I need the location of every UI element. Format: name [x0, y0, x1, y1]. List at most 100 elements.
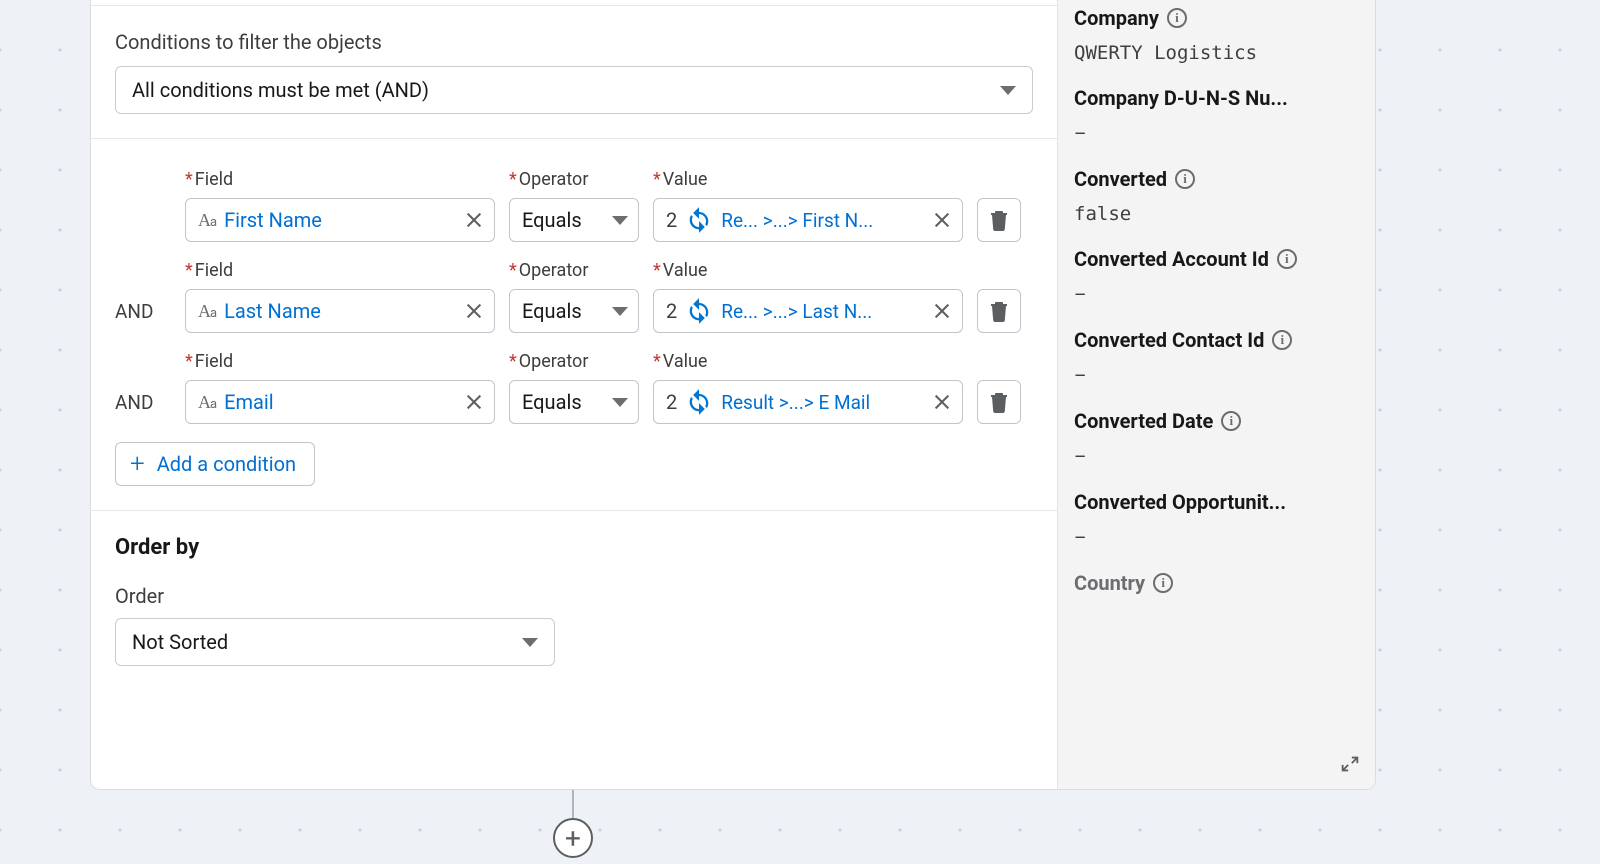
side-field-value: false	[1074, 203, 1359, 225]
field-value: Email	[224, 390, 456, 414]
filter-logic-section: Conditions to filter the objects All con…	[91, 6, 1057, 139]
side-field: Converted Date i –	[1074, 409, 1359, 468]
side-field-label: Converted Contact Id	[1074, 328, 1264, 352]
delete-row-button[interactable]	[977, 380, 1021, 424]
and-spacer	[115, 198, 171, 242]
field-label: *Field	[185, 169, 495, 190]
info-icon[interactable]: i	[1175, 169, 1195, 189]
delete-row-button[interactable]	[977, 289, 1021, 333]
side-field: Converted Contact Id i –	[1074, 328, 1359, 387]
filter-logic-value: All conditions must be met (AND)	[132, 78, 429, 102]
operator-select[interactable]: Equals	[509, 198, 639, 242]
side-field-label: Country	[1074, 571, 1145, 595]
and-label: AND	[115, 380, 171, 424]
chevron-down-icon	[612, 216, 628, 225]
value-label: *Value	[653, 351, 963, 372]
info-icon[interactable]: i	[1167, 8, 1187, 28]
value-index: 2	[666, 390, 677, 414]
operator-value: Equals	[522, 390, 604, 414]
condition-row: AND *Field Aa Email *Operator Equals	[115, 351, 1033, 424]
loop-icon	[685, 206, 713, 234]
filter-logic-select[interactable]: All conditions must be met (AND)	[115, 66, 1033, 114]
trash-icon	[989, 209, 1009, 231]
side-field-value: –	[1074, 526, 1359, 549]
info-icon[interactable]: i	[1221, 411, 1241, 431]
plus-icon: +	[130, 451, 145, 477]
side-field-label: Company D-U-N-S Nu...	[1074, 86, 1288, 110]
info-icon[interactable]: i	[1153, 573, 1173, 593]
order-by-section: Order by Order Not Sorted	[91, 511, 1057, 726]
side-field: Converted Account Idi –	[1074, 247, 1359, 306]
loop-icon	[685, 388, 713, 416]
value-index: 2	[666, 208, 677, 232]
side-field: Country i	[1074, 571, 1359, 595]
conditions-section: *Field Aa First Name *Operator Equals	[91, 139, 1057, 511]
field-label: *Field	[185, 351, 495, 372]
order-label: Order	[115, 584, 1033, 608]
clear-icon[interactable]	[932, 210, 952, 230]
trash-icon	[989, 391, 1009, 413]
add-condition-label: Add a condition	[157, 452, 296, 476]
chevron-down-icon	[612, 398, 628, 407]
field-input[interactable]: Aa Last Name	[185, 289, 495, 333]
operator-label: *Operator	[509, 351, 639, 372]
side-field: Companyi QWERTY Logistics	[1074, 6, 1359, 64]
value-input[interactable]: 2 Result >...> E Mail	[653, 380, 963, 424]
condition-row: AND *Field Aa Last Name *Operator Equals	[115, 260, 1033, 333]
value-label: *Value	[653, 169, 963, 190]
operator-label: *Operator	[509, 169, 639, 190]
value-input[interactable]: 2 Re... >...> Last N...	[653, 289, 963, 333]
side-field-label: Converted Opportunit...	[1074, 490, 1286, 514]
field-value: Last Name	[224, 299, 456, 323]
clear-icon[interactable]	[464, 301, 484, 321]
value-input[interactable]: 2 Re... >...> First N...	[653, 198, 963, 242]
field-input[interactable]: Aa First Name	[185, 198, 495, 242]
plus-icon: +	[565, 822, 581, 855]
trash-icon	[989, 300, 1009, 322]
field-label: *Field	[185, 260, 495, 281]
clear-icon[interactable]	[932, 301, 952, 321]
value-label: *Value	[653, 260, 963, 281]
info-icon[interactable]: i	[1272, 330, 1292, 350]
and-label: AND	[115, 289, 171, 333]
expand-button[interactable]	[1339, 753, 1361, 775]
delete-row-button[interactable]	[977, 198, 1021, 242]
operator-select[interactable]: Equals	[509, 289, 639, 333]
side-field: Converted i false	[1074, 167, 1359, 225]
info-icon[interactable]: i	[1277, 249, 1297, 269]
side-field: Converted Opportunit... –	[1074, 490, 1359, 549]
operator-value: Equals	[522, 208, 604, 232]
add-node-button[interactable]: +	[553, 818, 593, 858]
details-sidebar: Companyi QWERTY Logistics Company D-U-N-…	[1057, 0, 1375, 789]
order-value: Not Sorted	[132, 630, 228, 654]
operator-value: Equals	[522, 299, 604, 323]
filter-heading: Conditions to filter the objects	[115, 30, 1033, 54]
field-input[interactable]: Aa Email	[185, 380, 495, 424]
clear-icon[interactable]	[464, 392, 484, 412]
text-type-icon: Aa	[198, 301, 216, 322]
field-value: First Name	[224, 208, 456, 232]
value-index: 2	[666, 299, 677, 323]
clear-icon[interactable]	[464, 210, 484, 230]
clear-icon[interactable]	[932, 392, 952, 412]
side-field-value: –	[1074, 122, 1359, 145]
condition-row: *Field Aa First Name *Operator Equals	[115, 169, 1033, 242]
add-condition-button[interactable]: + Add a condition	[115, 442, 315, 486]
side-field-value: –	[1074, 445, 1359, 468]
text-type-icon: Aa	[198, 392, 216, 413]
side-field-value: QWERTY Logistics	[1074, 42, 1359, 64]
side-field-value: –	[1074, 364, 1359, 387]
loop-icon	[685, 297, 713, 325]
chevron-down-icon	[522, 638, 538, 647]
expand-icon	[1339, 753, 1361, 775]
config-panel: Conditions to filter the objects All con…	[90, 0, 1376, 790]
side-field-label: Converted Date	[1074, 409, 1213, 433]
operator-label: *Operator	[509, 260, 639, 281]
side-field-label: Converted Account Id	[1074, 247, 1269, 271]
value-path: Re... >...> First N...	[721, 209, 924, 232]
chevron-down-icon	[1000, 86, 1016, 95]
side-field-label: Converted	[1074, 167, 1167, 191]
operator-select[interactable]: Equals	[509, 380, 639, 424]
main-column: Conditions to filter the objects All con…	[91, 0, 1057, 789]
order-select[interactable]: Not Sorted	[115, 618, 555, 666]
